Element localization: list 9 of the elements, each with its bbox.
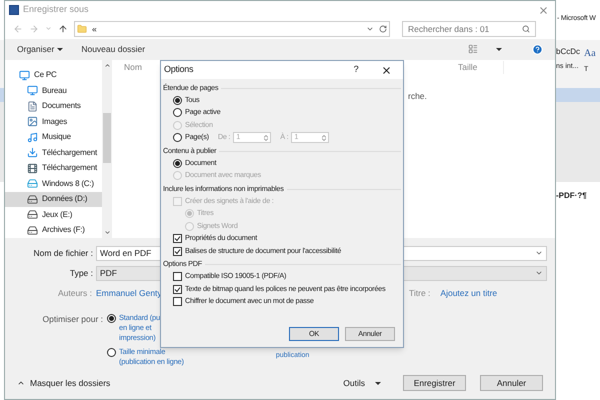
dialog-title: Options (164, 63, 194, 76)
document-text: -PDF·?¶ (556, 191, 587, 200)
field-label: Auteurs : (56, 286, 93, 300)
field-label: Nom de fichier : (32, 246, 94, 260)
field-label: Type : (68, 266, 94, 280)
dialog-title: Enregistrer sous (23, 3, 89, 16)
empty-message: rche. (408, 90, 427, 100)
field-label: Titre : (409, 286, 432, 300)
field-label: Optimiser pour : (42, 313, 104, 326)
